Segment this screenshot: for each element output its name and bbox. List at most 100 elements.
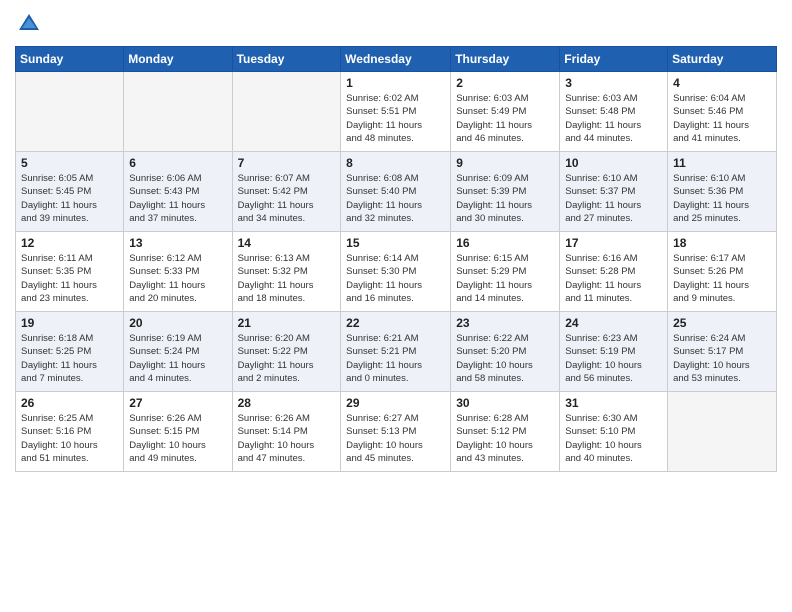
calendar-cell: 21 Sunrise: 6:20 AM Sunset: 5:22 PM Dayli… — [232, 312, 341, 392]
day-info: Sunrise: 6:09 AM Sunset: 5:39 PM Dayligh… — [456, 172, 554, 225]
day-info: Sunrise: 6:03 AM Sunset: 5:49 PM Dayligh… — [456, 92, 554, 145]
day-number: 5 — [21, 156, 118, 170]
weekday-header-monday: Monday — [124, 47, 232, 72]
calendar-cell: 4 Sunrise: 6:04 AM Sunset: 5:46 PM Daylig… — [668, 72, 777, 152]
day-number: 12 — [21, 236, 118, 250]
day-number: 14 — [238, 236, 336, 250]
day-info: Sunrise: 6:25 AM Sunset: 5:16 PM Dayligh… — [21, 412, 118, 465]
calendar-cell: 16 Sunrise: 6:15 AM Sunset: 5:29 PM Dayli… — [451, 232, 560, 312]
day-info: Sunrise: 6:13 AM Sunset: 5:32 PM Dayligh… — [238, 252, 336, 305]
weekday-header-thursday: Thursday — [451, 47, 560, 72]
calendar-cell — [16, 72, 124, 152]
calendar-cell: 13 Sunrise: 6:12 AM Sunset: 5:33 PM Dayli… — [124, 232, 232, 312]
calendar-cell — [124, 72, 232, 152]
day-number: 15 — [346, 236, 445, 250]
calendar-week-row: 12Sunrise: 6:11 AM Sunset: 5:35 PM Dayli… — [16, 232, 777, 312]
day-number: 20 — [129, 316, 226, 330]
weekday-header-saturday: Saturday — [668, 47, 777, 72]
day-number: 4 — [673, 76, 771, 90]
day-number: 23 — [456, 316, 554, 330]
day-number: 24 — [565, 316, 662, 330]
page: SundayMondayTuesdayWednesdayThursdayFrid… — [0, 0, 792, 612]
weekday-header-wednesday: Wednesday — [341, 47, 451, 72]
day-info: Sunrise: 6:17 AM Sunset: 5:26 PM Dayligh… — [673, 252, 771, 305]
day-info: Sunrise: 6:15 AM Sunset: 5:29 PM Dayligh… — [456, 252, 554, 305]
logo — [15, 10, 47, 38]
day-info: Sunrise: 6:10 AM Sunset: 5:37 PM Dayligh… — [565, 172, 662, 225]
calendar-cell: 19 Sunrise: 6:18 AM Sunset: 5:25 PM Dayli… — [16, 312, 124, 392]
day-info: Sunrise: 6:18 AM Sunset: 5:25 PM Dayligh… — [21, 332, 118, 385]
calendar-week-row: 1 Sunrise: 6:02 AM Sunset: 5:51 PM Daylig… — [16, 72, 777, 152]
calendar-cell: 5 Sunrise: 6:05 AM Sunset: 5:45 PM Daylig… — [16, 152, 124, 232]
day-info: Sunrise: 6:03 AM Sunset: 5:48 PM Dayligh… — [565, 92, 662, 145]
day-number: 6 — [129, 156, 226, 170]
calendar-cell: 3Sunrise: 6:03 AM Sunset: 5:48 PM Daylig… — [560, 72, 668, 152]
day-number: 7 — [238, 156, 336, 170]
calendar-week-row: 26 Sunrise: 6:25 AM Sunset: 5:16 PM Dayli… — [16, 392, 777, 472]
day-info: Sunrise: 6:27 AM Sunset: 5:13 PM Dayligh… — [346, 412, 445, 465]
day-info: Sunrise: 6:02 AM Sunset: 5:51 PM Dayligh… — [346, 92, 445, 145]
day-info: Sunrise: 6:05 AM Sunset: 5:45 PM Dayligh… — [21, 172, 118, 225]
calendar-cell: 1 Sunrise: 6:02 AM Sunset: 5:51 PM Daylig… — [341, 72, 451, 152]
day-info: Sunrise: 6:16 AM Sunset: 5:28 PM Dayligh… — [565, 252, 662, 305]
calendar-week-row: 5 Sunrise: 6:05 AM Sunset: 5:45 PM Daylig… — [16, 152, 777, 232]
day-info: Sunrise: 6:23 AM Sunset: 5:19 PM Dayligh… — [565, 332, 662, 385]
calendar-table: SundayMondayTuesdayWednesdayThursdayFrid… — [15, 46, 777, 472]
calendar-cell — [668, 392, 777, 472]
calendar-cell: 29 Sunrise: 6:27 AM Sunset: 5:13 PM Dayli… — [341, 392, 451, 472]
calendar-cell: 15Sunrise: 6:14 AM Sunset: 5:30 PM Dayli… — [341, 232, 451, 312]
day-info: Sunrise: 6:24 AM Sunset: 5:17 PM Dayligh… — [673, 332, 771, 385]
day-info: Sunrise: 6:20 AM Sunset: 5:22 PM Dayligh… — [238, 332, 336, 385]
day-info: Sunrise: 6:04 AM Sunset: 5:46 PM Dayligh… — [673, 92, 771, 145]
weekday-header-friday: Friday — [560, 47, 668, 72]
day-number: 16 — [456, 236, 554, 250]
day-number: 13 — [129, 236, 226, 250]
day-info: Sunrise: 6:07 AM Sunset: 5:42 PM Dayligh… — [238, 172, 336, 225]
day-number: 10 — [565, 156, 662, 170]
day-info: Sunrise: 6:22 AM Sunset: 5:20 PM Dayligh… — [456, 332, 554, 385]
day-info: Sunrise: 6:21 AM Sunset: 5:21 PM Dayligh… — [346, 332, 445, 385]
day-info: Sunrise: 6:06 AM Sunset: 5:43 PM Dayligh… — [129, 172, 226, 225]
calendar-cell: 31Sunrise: 6:30 AM Sunset: 5:10 PM Dayli… — [560, 392, 668, 472]
weekday-header-sunday: Sunday — [16, 47, 124, 72]
logo-icon — [15, 10, 43, 38]
calendar-cell: 8Sunrise: 6:08 AM Sunset: 5:40 PM Daylig… — [341, 152, 451, 232]
calendar-cell: 7 Sunrise: 6:07 AM Sunset: 5:42 PM Daylig… — [232, 152, 341, 232]
day-number: 8 — [346, 156, 445, 170]
day-number: 29 — [346, 396, 445, 410]
calendar-cell: 30 Sunrise: 6:28 AM Sunset: 5:12 PM Dayli… — [451, 392, 560, 472]
calendar-cell: 2 Sunrise: 6:03 AM Sunset: 5:49 PM Daylig… — [451, 72, 560, 152]
day-number: 1 — [346, 76, 445, 90]
day-number: 22 — [346, 316, 445, 330]
day-info: Sunrise: 6:26 AM Sunset: 5:15 PM Dayligh… — [129, 412, 226, 465]
calendar-cell: 22 Sunrise: 6:21 AM Sunset: 5:21 PM Dayli… — [341, 312, 451, 392]
day-info: Sunrise: 6:30 AM Sunset: 5:10 PM Dayligh… — [565, 412, 662, 465]
day-number: 26 — [21, 396, 118, 410]
calendar-cell: 27 Sunrise: 6:26 AM Sunset: 5:15 PM Dayli… — [124, 392, 232, 472]
calendar-cell: 17Sunrise: 6:16 AM Sunset: 5:28 PM Dayli… — [560, 232, 668, 312]
day-number: 11 — [673, 156, 771, 170]
day-info: Sunrise: 6:28 AM Sunset: 5:12 PM Dayligh… — [456, 412, 554, 465]
calendar-cell: 9Sunrise: 6:09 AM Sunset: 5:39 PM Daylig… — [451, 152, 560, 232]
calendar-cell — [232, 72, 341, 152]
day-number: 28 — [238, 396, 336, 410]
calendar-cell: 6 Sunrise: 6:06 AM Sunset: 5:43 PM Daylig… — [124, 152, 232, 232]
calendar-cell: 10 Sunrise: 6:10 AM Sunset: 5:37 PM Dayli… — [560, 152, 668, 232]
header — [15, 10, 777, 38]
day-info: Sunrise: 6:26 AM Sunset: 5:14 PM Dayligh… — [238, 412, 336, 465]
day-number: 19 — [21, 316, 118, 330]
day-number: 30 — [456, 396, 554, 410]
day-info: Sunrise: 6:19 AM Sunset: 5:24 PM Dayligh… — [129, 332, 226, 385]
calendar-cell: 23 Sunrise: 6:22 AM Sunset: 5:20 PM Dayli… — [451, 312, 560, 392]
day-number: 25 — [673, 316, 771, 330]
day-number: 2 — [456, 76, 554, 90]
day-info: Sunrise: 6:10 AM Sunset: 5:36 PM Dayligh… — [673, 172, 771, 225]
day-info: Sunrise: 6:12 AM Sunset: 5:33 PM Dayligh… — [129, 252, 226, 305]
calendar-cell: 20 Sunrise: 6:19 AM Sunset: 5:24 PM Dayli… — [124, 312, 232, 392]
calendar-cell: 14 Sunrise: 6:13 AM Sunset: 5:32 PM Dayli… — [232, 232, 341, 312]
calendar-cell: 25 Sunrise: 6:24 AM Sunset: 5:17 PM Dayli… — [668, 312, 777, 392]
weekday-header-row: SundayMondayTuesdayWednesdayThursdayFrid… — [16, 47, 777, 72]
calendar-cell: 18Sunrise: 6:17 AM Sunset: 5:26 PM Dayli… — [668, 232, 777, 312]
day-number: 27 — [129, 396, 226, 410]
day-number: 21 — [238, 316, 336, 330]
